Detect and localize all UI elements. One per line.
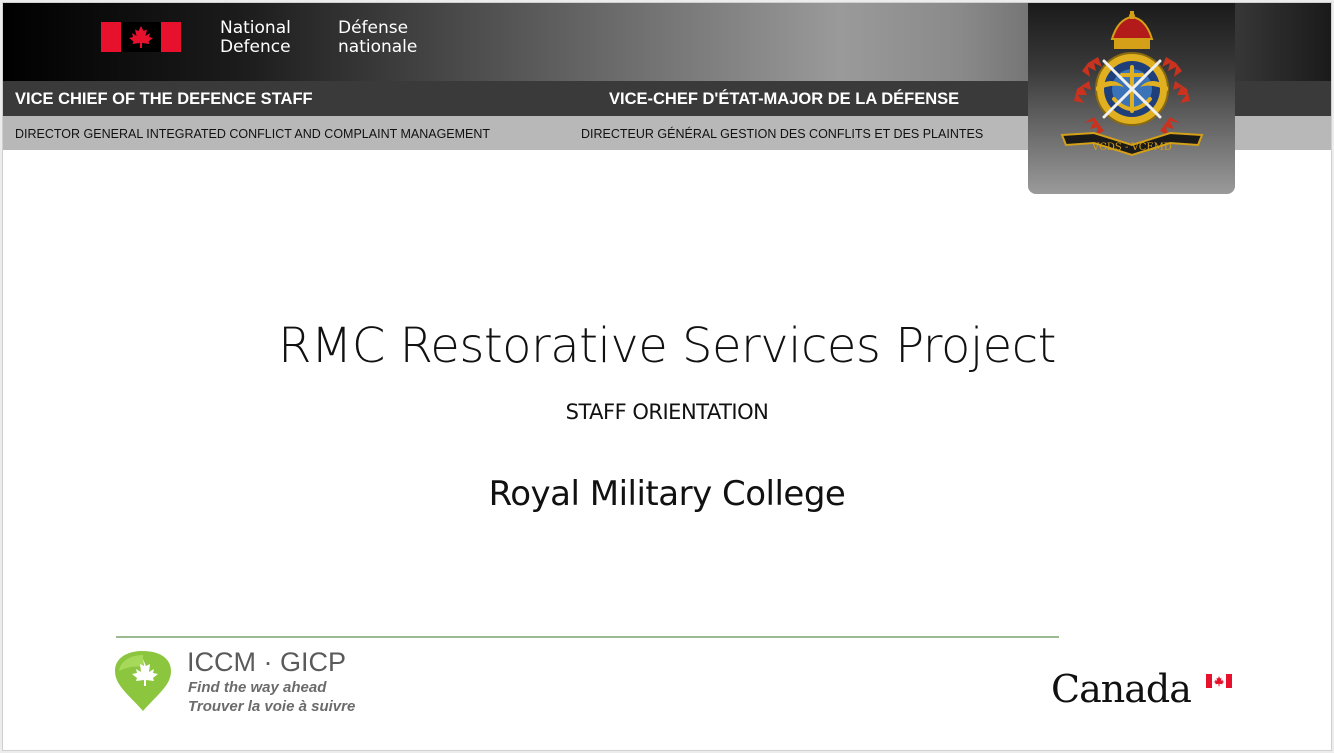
vcds-crest-icon: VCDS - VCEMD	[1060, 11, 1204, 157]
org-name-en: VICE CHIEF OF THE DEFENCE STAFF	[15, 90, 313, 108]
canada-flag-icon	[101, 22, 181, 52]
iccm-title: ICCM · GICP	[187, 647, 346, 677]
org-name-fr: VICE-CHEF D'ÉTAT-MAJOR DE LA DÉFENSE	[609, 90, 960, 108]
department-name-fr: Défense nationale	[338, 18, 418, 57]
crest-panel: VCDS - VCEMD	[1028, 3, 1235, 194]
maple-leaf-pin-icon	[115, 651, 171, 711]
institution-name: Royal Military College	[488, 474, 846, 514]
canada-wordmark: Canada	[1051, 667, 1192, 711]
division-name-fr: DIRECTEUR GÉNÉRAL GESTION DES CONFLITS E…	[581, 127, 984, 141]
iccm-tagline-en: Find the way ahead	[188, 679, 327, 696]
slide-subtitle: STAFF ORIENTATION	[565, 400, 769, 424]
svg-text:VCDS - VCEMD: VCDS - VCEMD	[1091, 142, 1172, 153]
presentation-slide: National Defence Défense nationale VICE …	[2, 2, 1332, 751]
canada-wordmark-flag-icon	[1206, 674, 1232, 688]
slide-title: RMC Restorative Services Project	[278, 318, 1056, 374]
iccm-tagline-fr: Trouver la voie à suivre	[188, 698, 356, 715]
department-name-en: National Defence	[220, 18, 291, 57]
footer-divider	[116, 636, 1059, 638]
division-name-en: DIRECTOR GENERAL INTEGRATED CONFLICT AND…	[15, 127, 491, 141]
